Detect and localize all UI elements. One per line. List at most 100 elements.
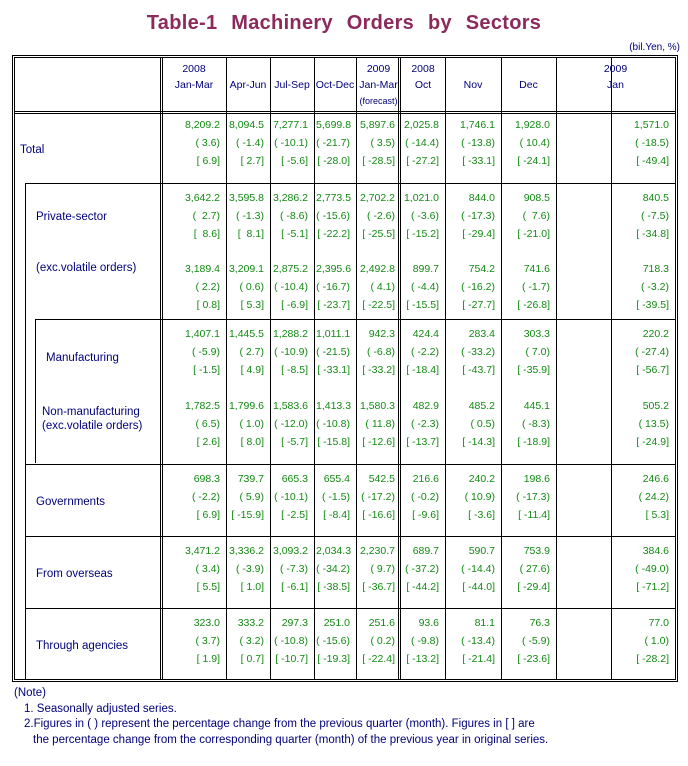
cell-yoy: [ -12.6] xyxy=(362,436,395,448)
cell-qoq: ( 10.4) xyxy=(519,137,550,149)
cell-yoy: [ -15.9] xyxy=(231,509,264,521)
cell-value: 739.7 xyxy=(237,473,264,485)
cell-qoq: ( -21.7) xyxy=(316,137,350,149)
cell-qoq: ( -15.6) xyxy=(316,210,350,222)
cell-yoy: [ -5.6] xyxy=(281,155,308,167)
cell-qoq: ( 6.5) xyxy=(195,418,220,430)
cell-value: 5,897.6 xyxy=(359,119,395,131)
cell-value: 424.4 xyxy=(412,328,439,340)
cell-qoq: ( -2.3) xyxy=(410,418,439,430)
data-cell: 542.5 ( -17.2) [ -16.6] xyxy=(358,470,395,524)
cell-value: 283.4 xyxy=(468,328,495,340)
cell-yoy: [ 5.5] xyxy=(196,581,220,593)
cell-yoy: [ -10.7] xyxy=(275,653,308,665)
cell-yoy: [ -15.5] xyxy=(406,299,439,311)
cell-value: 2,025.8 xyxy=(403,119,439,131)
cell-value: 2,395.6 xyxy=(316,263,352,275)
cell-qoq: ( 3.5) xyxy=(370,137,395,149)
cell-value: 303.3 xyxy=(523,328,550,340)
cell-value: 1,583.6 xyxy=(272,400,308,412)
cell-qoq: ( -2.2) xyxy=(191,491,220,503)
cell-yoy: [ -3.6] xyxy=(468,509,495,521)
data-cell: 2,034.3 ( -34.2) [ -38.5] xyxy=(316,542,351,596)
cell-yoy: [ -22.4] xyxy=(362,653,395,665)
cell-value: 2,702.2 xyxy=(359,192,395,204)
cell-yoy: [ -18.9] xyxy=(517,436,550,448)
cell-value: 240.2 xyxy=(468,473,495,485)
cell-value: 840.5 xyxy=(642,192,669,204)
cell-yoy: [ 6.9] xyxy=(196,509,220,521)
data-cell: 3,595.8 ( -1.3) [ 8.1] xyxy=(228,189,264,243)
machinery-orders-table: 2008 Jan-Mar Apr-Jun Jul-Sep Oct-Dec 2009 Jan-… xyxy=(12,55,678,682)
row-label-text: Non-manufacturing xyxy=(42,406,140,418)
cell-value: 741.6 xyxy=(523,263,550,275)
cell-qoq: ( 2.7) xyxy=(192,210,220,222)
cell-yoy: [ 5.3] xyxy=(240,299,264,311)
cell-qoq: ( 7.6) xyxy=(522,210,550,222)
data-cell: 5,699.8 ( -21.7) [ -28.0] xyxy=(316,116,351,170)
note-item: 2.Figures in ( ) represent the percentag… xyxy=(24,718,535,730)
column-header-line3 xyxy=(315,93,355,109)
cell-value: 590.7 xyxy=(468,545,495,557)
cell-yoy: [ 1.9] xyxy=(196,653,220,665)
cell-qoq: ( -33.2) xyxy=(461,346,495,358)
unit-label: (bil.Yen, %) xyxy=(629,42,680,53)
column-header-line1 xyxy=(315,61,355,77)
column-header-line2: Jan-Mar xyxy=(359,79,398,91)
row-divider xyxy=(25,608,675,609)
col-divider xyxy=(314,58,315,679)
row-label: From overseas xyxy=(36,568,113,580)
data-cell: 739.7 ( 5.9) [ -15.9] xyxy=(228,470,264,524)
cell-yoy: [ -11.4] xyxy=(518,509,550,521)
cell-yoy: [ -16.6] xyxy=(362,509,395,521)
column-header: 2008 Oct xyxy=(402,58,444,113)
data-cell: 1,782.5 ( 6.5) [ 2.6] xyxy=(164,397,220,451)
cell-value: 251.6 xyxy=(368,617,395,629)
data-cell: 844.0 ( -17.3) [ -29.4] xyxy=(447,189,495,243)
cell-yoy: [ 1.0] xyxy=(240,581,264,593)
cell-value: 3,595.8 xyxy=(228,192,264,204)
cell-yoy: [ -28.2] xyxy=(636,653,669,665)
col-divider-double xyxy=(398,58,401,679)
cell-value: 3,093.2 xyxy=(272,545,308,557)
cell-yoy: [ -15.2] xyxy=(406,228,439,240)
cell-value: 1,011.1 xyxy=(316,328,351,340)
cell-qoq: ( -17.2) xyxy=(361,491,395,503)
data-cell: 3,189.4 ( 2.2) [ 0.8] xyxy=(164,260,220,314)
cell-qoq: ( -37.2) xyxy=(405,563,439,575)
column-header-line3 xyxy=(227,93,269,109)
cell-yoy: [ -44.2] xyxy=(406,581,439,593)
cell-qoq: ( -10.1) xyxy=(274,137,308,149)
col-divider xyxy=(226,58,227,679)
column-header: 2008 Jan-Mar xyxy=(163,58,225,113)
cell-yoy: [ 5.3] xyxy=(645,509,669,521)
row-divider xyxy=(25,536,675,537)
cell-value: 655.4 xyxy=(323,473,350,485)
cell-qoq: ( 0.5) xyxy=(470,418,495,430)
cell-yoy: [ -25.5] xyxy=(362,228,395,240)
cell-qoq: ( -9.8) xyxy=(410,635,439,647)
data-cell: 251.6 ( 0.2) [ -22.4] xyxy=(358,614,395,668)
cell-yoy: [ -38.5] xyxy=(317,581,350,593)
data-cell: 698.3 ( -2.2) [ 6.9] xyxy=(164,470,220,524)
cell-value: 1,021.0 xyxy=(403,192,439,204)
row-divider xyxy=(25,183,675,184)
cell-qoq: ( 3.4) xyxy=(195,563,220,575)
cell-qoq: ( 11.8) xyxy=(365,418,395,430)
cell-value: 753.9 xyxy=(523,545,550,557)
cell-value: 689.7 xyxy=(412,545,439,557)
cell-qoq: ( 4.1) xyxy=(370,281,395,293)
cell-value: 3,642.2 xyxy=(184,192,220,204)
cell-yoy: [ -8.4] xyxy=(323,509,350,521)
cell-value: 1,407.1 xyxy=(184,328,220,340)
cell-qoq: ( -10.1) xyxy=(274,491,308,503)
cell-qoq: ( -12.0) xyxy=(274,418,308,430)
cell-qoq: ( -1.7) xyxy=(521,281,550,293)
cell-yoy: [ -9.6] xyxy=(412,509,439,521)
column-header-line2: Jan-Mar xyxy=(174,79,214,91)
cell-yoy: [ 0.7] xyxy=(240,653,264,665)
cell-value: 1,288.2 xyxy=(272,328,308,340)
column-header: Dec xyxy=(502,58,555,113)
data-cell: 93.6 ( -9.8) [ -13.2] xyxy=(403,614,439,668)
cell-yoy: [ -56.7] xyxy=(636,364,669,376)
